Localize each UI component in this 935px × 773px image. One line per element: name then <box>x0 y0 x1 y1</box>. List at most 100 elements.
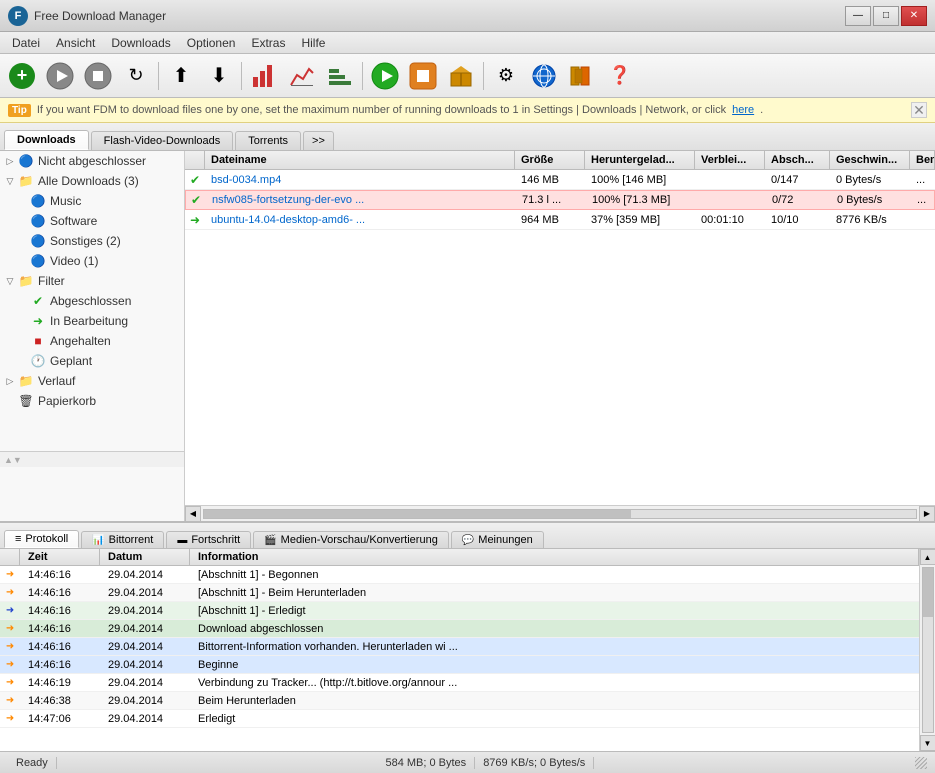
settings-button[interactable]: ⚙ <box>488 58 524 94</box>
menu-datei[interactable]: Datei <box>4 34 48 52</box>
sidebar-item-not-finished[interactable]: ▷ 🔵 Nicht abgeschlosser <box>0 151 184 171</box>
minimize-button[interactable]: — <box>845 6 871 26</box>
expand-icon-music <box>16 195 28 207</box>
header-remaining[interactable]: Verblei... <box>695 151 765 169</box>
bottom-tab-medien[interactable]: 🎬 Medien-Vorschau/Konvertierung <box>253 531 449 548</box>
horizontal-scrollbar[interactable]: ◀ ▶ <box>185 505 935 521</box>
stop2-button[interactable] <box>405 58 441 94</box>
tab-more[interactable]: >> <box>303 131 334 150</box>
log-area: Zeit Datum Information ➜ 14:46:16 29.04.… <box>0 549 919 751</box>
header-connections[interactable]: Absch... <box>765 151 830 169</box>
menu-bar: Datei Ansicht Downloads Optionen Extras … <box>0 32 935 54</box>
move-down-button[interactable]: ⬇ <box>201 58 237 94</box>
log-row-4[interactable]: ➜ 14:46:16 29.04.2014 Download abgeschlo… <box>0 620 919 638</box>
scroll-right-arrow[interactable]: ▶ <box>919 506 935 522</box>
bottom-tab-protokoll[interactable]: ≡ Protokoll <box>4 530 79 548</box>
sidebar-item-verlauf[interactable]: ▷ 📁 Verlauf <box>0 371 184 391</box>
scroll-track[interactable] <box>203 509 917 519</box>
bottom-tab-meinungen[interactable]: 💬 Meinungen <box>451 531 544 548</box>
log-row-5[interactable]: ➜ 14:46:16 29.04.2014 Bittorrent-Informa… <box>0 638 919 656</box>
log-row-3[interactable]: ➜ 14:46:16 29.04.2014 [Abschnitt 1] - Er… <box>0 602 919 620</box>
log-row-1-icon: ➜ <box>0 568 20 581</box>
menu-ansicht[interactable]: Ansicht <box>48 34 103 52</box>
sidebar-item-sonstiges[interactable]: 🔵 Sonstiges (2) <box>0 231 184 251</box>
chart-button[interactable] <box>284 58 320 94</box>
log-scroll-thumb[interactable] <box>923 568 933 617</box>
close-button[interactable]: ✕ <box>901 6 927 26</box>
maximize-button[interactable]: □ <box>873 6 899 26</box>
file-row-1[interactable]: ✔ bsd-0034.mp4 146 MB 100% [146 MB] 0/14… <box>185 170 935 190</box>
bottom-tab-fortschritt[interactable]: ▬ Fortschritt <box>166 531 251 548</box>
log-vertical-scrollbar[interactable]: ▲ ▼ <box>919 549 935 751</box>
bottom-panel: ≡ Protokoll 📊 Bittorrent ▬ Fortschritt 🎬… <box>0 521 935 751</box>
resume-button[interactable] <box>42 58 78 94</box>
speed-button[interactable] <box>322 58 358 94</box>
sidebar-item-all-downloads[interactable]: ▽ 📁 Alle Downloads (3) <box>0 171 184 191</box>
menu-downloads[interactable]: Downloads <box>103 34 178 52</box>
log-row-9-date: 29.04.2014 <box>100 712 190 726</box>
sidebar-item-software[interactable]: 🔵 Software <box>0 211 184 231</box>
refresh-button[interactable]: ↻ <box>118 58 154 94</box>
stop-button[interactable] <box>80 58 116 94</box>
medien-label: Medien-Vorschau/Konvertierung <box>281 534 438 546</box>
log-row-7[interactable]: ➜ 14:46:19 29.04.2014 Verbindung zu Trac… <box>0 674 919 692</box>
scroll-thumb[interactable] <box>204 510 631 518</box>
protokoll-label: Protokoll <box>25 533 68 545</box>
menu-extras[interactable]: Extras <box>243 34 293 52</box>
log-row-8[interactable]: ➜ 14:46:38 29.04.2014 Beim Herunterladen <box>0 692 919 710</box>
move-up-button[interactable]: ⬆ <box>163 58 199 94</box>
menu-optionen[interactable]: Optionen <box>179 34 244 52</box>
log-row-6[interactable]: ➜ 14:46:16 29.04.2014 Beginne <box>0 656 919 674</box>
sidebar-item-papierkorb[interactable]: 🗑 Papierkorb <box>0 391 184 411</box>
header-remark[interactable]: Bemerkung <box>910 151 935 169</box>
menu-hilfe[interactable]: Hilfe <box>293 34 333 52</box>
expand-icon-angehalten <box>16 335 28 347</box>
sidebar-item-video[interactable]: 🔵 Video (1) <box>0 251 184 271</box>
log-scroll-down[interactable]: ▼ <box>920 735 935 751</box>
scroll-left-arrow[interactable]: ◀ <box>185 506 201 522</box>
add-button[interactable]: + <box>4 58 40 94</box>
package-button[interactable] <box>443 58 479 94</box>
expand-icon-not-finished: ▷ <box>4 155 16 167</box>
sidebar-label-papierkorb: Papierkorb <box>38 394 96 408</box>
sidebar-item-in-bearbeitung[interactable]: ➜ In Bearbeitung <box>0 311 184 331</box>
log-row-2-date: 29.04.2014 <box>100 586 190 600</box>
file-list-header: Dateiname Größe Heruntergelad... Verblei… <box>185 151 935 170</box>
log-row-4-info: Download abgeschlossen <box>190 622 919 636</box>
help-button[interactable]: ❓ <box>602 58 638 94</box>
header-speed[interactable]: Geschwin... <box>830 151 910 169</box>
tab-torrents[interactable]: Torrents <box>235 131 301 150</box>
bittorrent-label: Bittorrent <box>109 534 154 546</box>
stats-button[interactable] <box>246 58 282 94</box>
tip-link-suffix: . <box>760 104 763 116</box>
log-scroll-up[interactable]: ▲ <box>920 549 935 565</box>
bottom-tab-bittorrent[interactable]: 📊 Bittorrent <box>81 531 164 548</box>
sidebar-item-music[interactable]: 🔵 Music <box>0 191 184 211</box>
play2-button[interactable] <box>367 58 403 94</box>
header-size[interactable]: Größe <box>515 151 585 169</box>
tip-link[interactable]: here <box>732 104 754 116</box>
tab-downloads[interactable]: Downloads <box>4 130 89 150</box>
file-row-2[interactable]: ✔ nsfw085-fortsetzung-der-evo ... 71.3 l… <box>185 190 935 210</box>
file-row-3-remark <box>910 218 935 222</box>
file-row-3[interactable]: ➜ ubuntu-14.04-desktop-amd6- ... 964 MB … <box>185 210 935 230</box>
log-row-2[interactable]: ➜ 14:46:16 29.04.2014 [Abschnitt 1] - Be… <box>0 584 919 602</box>
header-filename[interactable]: Dateiname <box>205 151 515 169</box>
header-downloaded[interactable]: Heruntergelad... <box>585 151 695 169</box>
tip-close-button[interactable]: ✕ <box>911 102 927 118</box>
log-scroll-track[interactable] <box>922 567 934 733</box>
log-row-9[interactable]: ➜ 14:47:06 29.04.2014 Erledigt <box>0 710 919 728</box>
sidebar-item-abgeschlossen[interactable]: ✔ Abgeschlossen <box>0 291 184 311</box>
log-row-1[interactable]: ➜ 14:46:16 29.04.2014 [Abschnitt 1] - Be… <box>0 566 919 584</box>
log-header: Zeit Datum Information <box>0 549 919 566</box>
link-button[interactable] <box>526 58 562 94</box>
tab-flash-video[interactable]: Flash-Video-Downloads <box>91 131 234 150</box>
books-button[interactable] <box>564 58 600 94</box>
sidebar-item-angehalten[interactable]: ■ Angehalten <box>0 331 184 351</box>
tip-icon: Tip <box>8 104 31 117</box>
log-row-2-icon: ➜ <box>0 586 20 599</box>
resize-grip[interactable] <box>915 757 927 769</box>
sidebar-item-geplant[interactable]: 🕐 Geplant <box>0 351 184 371</box>
sidebar-item-filter[interactable]: ▽ 📁 Filter <box>0 271 184 291</box>
sidebar-resize-handle[interactable]: ▲▼ <box>0 451 184 467</box>
